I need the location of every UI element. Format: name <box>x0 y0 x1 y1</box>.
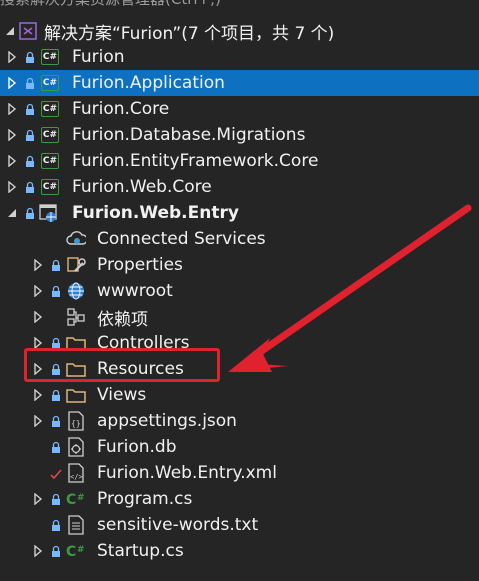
annotation-arrow <box>228 204 472 372</box>
